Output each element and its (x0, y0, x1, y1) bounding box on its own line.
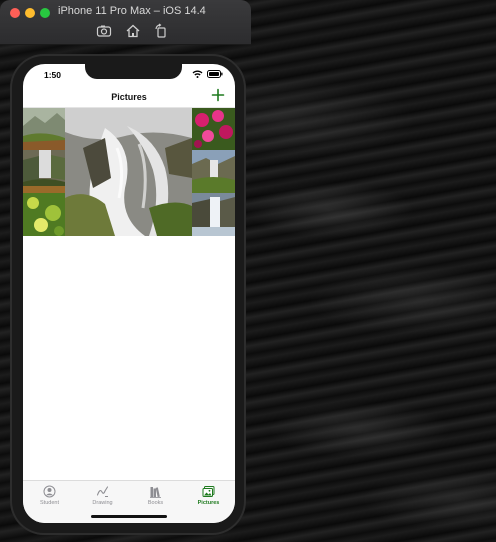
simulator-toolbar: iPhone 11 Pro Max – iOS 14.4 (0, 0, 251, 45)
photos-icon (202, 486, 215, 497)
tab-label: Pictures (197, 500, 220, 506)
tab-books[interactable]: Books (129, 485, 182, 511)
home-indicator (91, 515, 167, 518)
battery-icon (207, 70, 223, 78)
books-icon (150, 487, 161, 498)
photo-thumbnail[interactable] (23, 108, 65, 150)
photo-thumbnail[interactable] (192, 150, 235, 193)
person-circle-icon (43, 485, 56, 498)
plus-icon (211, 88, 225, 102)
photo-thumbnail[interactable] (192, 193, 235, 236)
page-title: Pictures (111, 92, 147, 102)
tab-student[interactable]: Student (23, 485, 76, 511)
zoom-window-button[interactable] (40, 8, 50, 18)
add-picture-button[interactable] (211, 88, 225, 102)
photo-thumbnail-featured[interactable] (65, 108, 192, 236)
tab-pictures[interactable]: Pictures (182, 485, 235, 511)
tab-label: Drawing (92, 500, 113, 506)
tab-drawing[interactable]: Drawing (76, 485, 129, 511)
rotate-icon[interactable] (153, 23, 169, 39)
notch (85, 64, 182, 79)
photo-thumbnail[interactable] (23, 150, 65, 193)
simulator-title: iPhone 11 Pro Max – iOS 14.4 (58, 5, 206, 17)
photo-grid (23, 108, 235, 236)
tab-label: Student (40, 500, 59, 506)
tab-label: Books (147, 500, 164, 506)
screenshot-icon[interactable] (96, 23, 112, 39)
home-icon[interactable] (125, 23, 141, 39)
status-time: 1:50 (44, 70, 62, 80)
wifi-icon (192, 70, 203, 78)
photo-thumbnail[interactable] (23, 193, 65, 236)
photo-thumbnail[interactable] (192, 108, 235, 150)
status-icons (192, 70, 223, 78)
scribble-icon (96, 486, 109, 497)
close-window-button[interactable] (10, 8, 20, 18)
minimize-window-button[interactable] (25, 8, 35, 18)
phone-screen: 1:50 Pictures Student Drawing Books Pict… (23, 64, 235, 523)
